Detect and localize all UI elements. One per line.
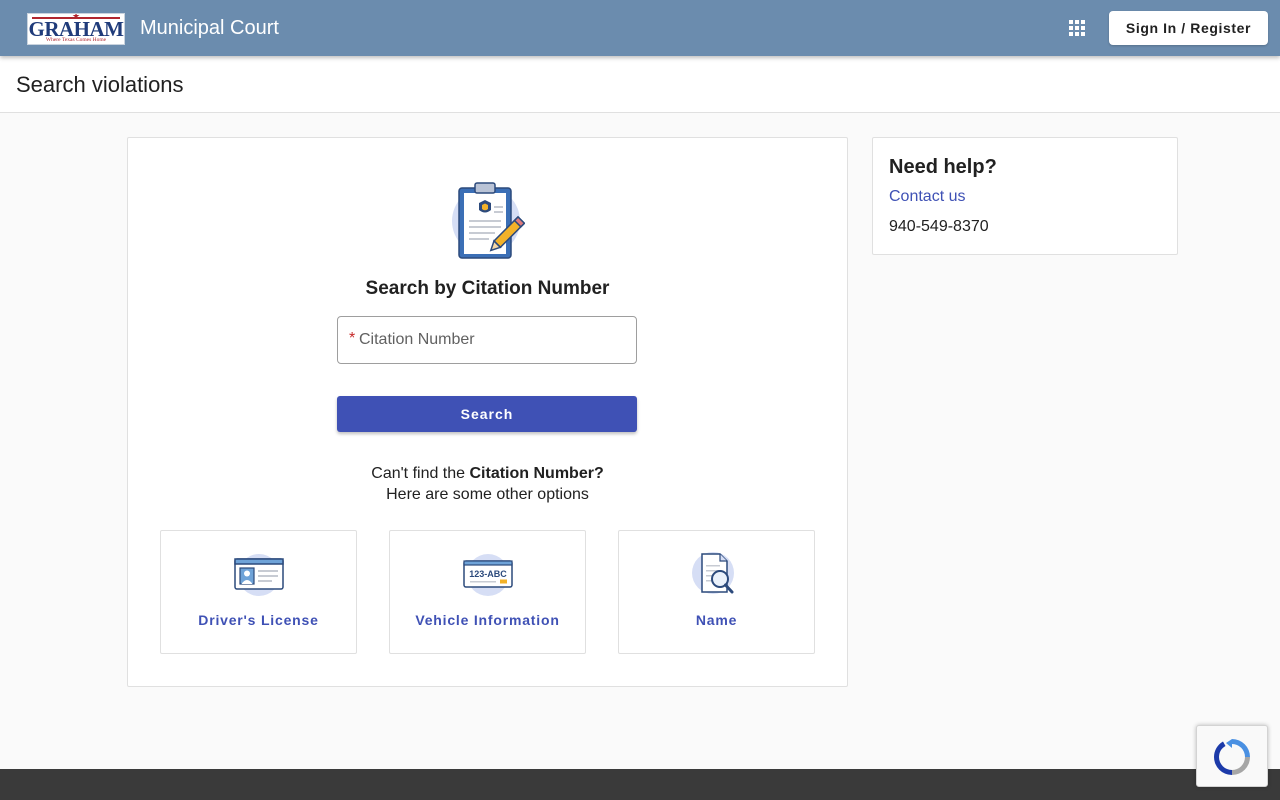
app-title: Municipal Court [140,17,279,39]
citation-search-card: Search by Citation Number * Search Can't… [127,137,848,687]
page-title-bar: Search violations [0,56,1280,113]
page-footer [0,769,1280,800]
drivers-license-option[interactable]: Driver's License [160,530,357,654]
logo-tagline: Where Texas Comes Home [45,37,107,43]
cant-find-bold: Citation Number? [469,465,604,482]
search-button[interactable]: Search [337,396,637,432]
name-option[interactable]: Name [618,530,815,654]
cant-find-text: Can't find the Citation Number? [128,464,847,484]
citation-number-field: * [337,316,637,364]
citation-number-input[interactable] [359,318,629,362]
graham-logo[interactable]: ★ GRAHAM Where Texas Comes Home [27,13,125,45]
drivers-license-label: Driver's License [198,612,319,628]
id-card-icon [234,554,284,596]
need-help-title: Need help? [889,156,997,178]
contact-us-link[interactable]: Contact us [889,187,965,207]
required-marker: * [349,330,356,347]
recaptcha-icon [1214,739,1250,775]
apps-grid-icon[interactable] [1066,17,1088,39]
need-help-card: Need help? Contact us 940-549-8370 [872,137,1178,255]
name-label: Name [695,612,738,628]
page-title: Search violations [16,72,184,97]
logo-wordmark: GRAHAM [28,17,125,41]
help-phone-number: 940-549-8370 [889,218,989,235]
app-bar: ★ GRAHAM Where Texas Comes Home Municipa… [0,0,1280,56]
document-search-icon [692,552,734,594]
search-heading: Search by Citation Number [365,278,610,299]
other-options-text: Here are some other options [386,486,589,503]
vehicle-information-label: Vehicle Information [415,612,560,628]
svg-text:123-ABC: 123-ABC [469,569,507,579]
clipboard-badge-pencil-icon [452,182,525,259]
cant-find-prefix: Can't find the [371,465,470,482]
recaptcha-badge[interactable] [1196,725,1268,787]
license-plate-icon: 123-ABC [463,554,513,596]
sign-in-register-button[interactable]: Sign In / Register [1109,11,1268,45]
vehicle-information-option[interactable]: 123-ABC Vehicle Information [389,530,586,654]
